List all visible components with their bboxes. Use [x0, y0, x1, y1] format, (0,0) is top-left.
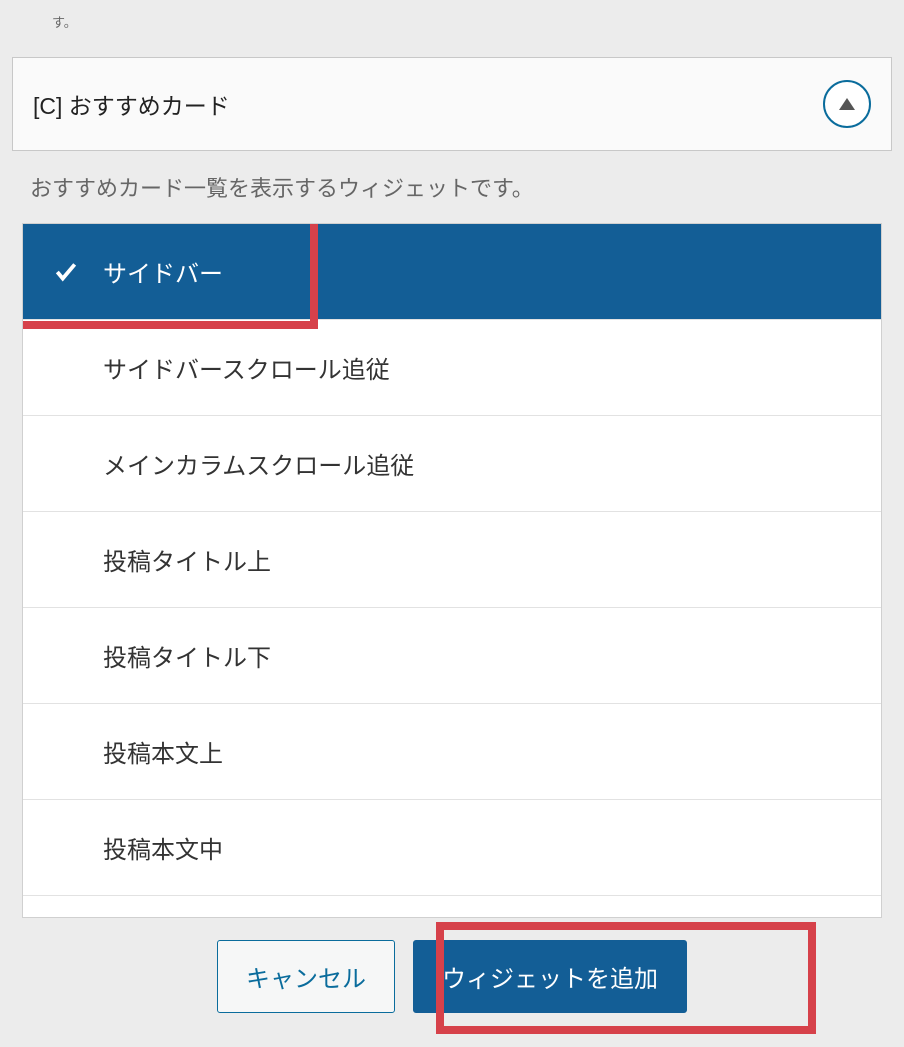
- triangle-up-icon: [839, 98, 855, 110]
- area-item[interactable]: メインカラムスクロール追従: [23, 416, 881, 512]
- button-row: キャンセル ウィジェットを追加: [12, 918, 892, 1035]
- collapse-button[interactable]: [823, 80, 871, 128]
- area-item[interactable]: 投稿本文中: [23, 800, 881, 896]
- widget-title: [C] おすすめカード: [33, 87, 230, 121]
- area-list-scroll[interactable]: サイドバーサイドバースクロール追従メインカラムスクロール追従投稿タイトル上投稿タ…: [23, 224, 881, 917]
- area-item-label: 投稿タイトル下: [103, 645, 271, 672]
- check-icon: [53, 259, 79, 285]
- area-item-label: サイドバースクロール追従: [103, 357, 390, 384]
- truncated-text-fragment: す。: [12, 12, 892, 39]
- area-item-label: サイドバー: [103, 261, 223, 288]
- cancel-button[interactable]: キャンセル: [217, 940, 395, 1013]
- add-widget-button[interactable]: ウィジェットを追加: [413, 940, 687, 1013]
- area-item-label: 投稿本文中: [103, 837, 223, 864]
- area-item[interactable]: 投稿本文上: [23, 704, 881, 800]
- widget-description: おすすめカード一覧を表示するウィジェットです。: [12, 171, 892, 223]
- area-item[interactable]: 投稿タイトル下: [23, 608, 881, 704]
- widget-area-list: サイドバーサイドバースクロール追従メインカラムスクロール追従投稿タイトル上投稿タ…: [22, 223, 882, 918]
- area-item-label: 投稿本文上: [103, 741, 223, 768]
- area-item-label: メインカラムスクロール追従: [103, 453, 414, 480]
- area-item[interactable]: サイドバー: [23, 224, 881, 320]
- widget-header[interactable]: [C] おすすめカード: [12, 57, 892, 151]
- area-item[interactable]: 投稿タイトル上: [23, 512, 881, 608]
- area-item[interactable]: サイドバースクロール追従: [23, 320, 881, 416]
- area-item-label: 投稿タイトル上: [103, 549, 271, 576]
- area-item[interactable]: 投稿本文下: [23, 896, 881, 917]
